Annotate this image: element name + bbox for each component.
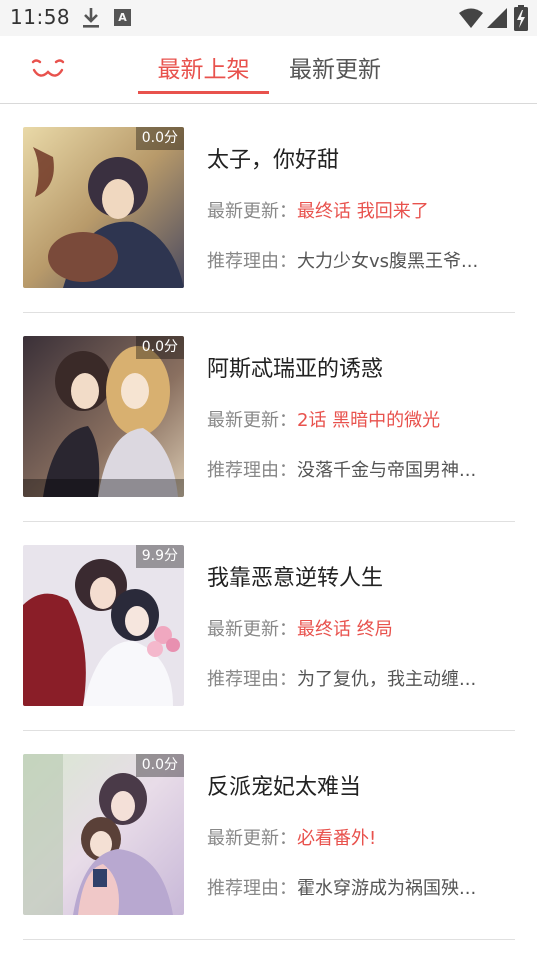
score-badge: 0.0分: [135, 336, 184, 359]
comic-title: 我靠恶意逆转人生: [207, 566, 384, 591]
update-value: 最终话 我回来了: [297, 201, 429, 222]
battery-icon: [514, 5, 528, 31]
update-value: 2话 黑暗中的微光: [297, 410, 441, 431]
signal-icon: [487, 8, 507, 28]
comic-list-item[interactable]: 0.0分 阿斯忒瑞亚的诱惑 最新更新：2话 黑暗中的微光 推荐理由：没落千金与帝…: [0, 313, 537, 522]
reason-row: 推荐理由：为了复仇，我主动缠...: [207, 665, 507, 691]
update-value: 最终话 终局: [297, 619, 393, 640]
reason-row: 推荐理由：霍水穿游成为祸国殃...: [207, 874, 507, 900]
a-notification-icon: A: [114, 9, 131, 26]
logo-icon[interactable]: [30, 56, 66, 84]
comic-list-item[interactable]: 0.0分 反派宠妃太难当 最新更新：必看番外! 推荐理由：霍水穿游成为祸国殃..…: [0, 731, 537, 940]
score-badge: 0.0分: [135, 127, 184, 150]
tab-newest-shelf[interactable]: 最新上架: [138, 54, 269, 94]
update-row: 最新更新：最终话 终局: [207, 615, 393, 641]
reason-value: 霍水穿游成为祸国殃...: [297, 878, 477, 899]
reason-value: 为了复仇，我主动缠...: [297, 669, 477, 690]
tab-newest-shelf-label: 最新上架: [157, 57, 250, 83]
reason-label: 推荐理由：: [207, 878, 297, 899]
update-label: 最新更新：: [207, 410, 297, 431]
reason-label: 推荐理由：: [207, 669, 297, 690]
comic-cover[interactable]: 0.0分: [23, 754, 184, 915]
reason-row: 推荐理由：没落千金与帝国男神...: [207, 456, 507, 482]
comic-title: 阿斯忒瑞亚的诱惑: [207, 357, 384, 382]
update-label: 最新更新：: [207, 619, 297, 640]
tab-active-underline: [138, 91, 269, 94]
update-label: 最新更新：: [207, 201, 297, 222]
reason-value: 大力少女vs腹黑王爷...: [297, 251, 479, 272]
update-label: 最新更新：: [207, 828, 297, 849]
comic-list-item[interactable]: 9.9分 我靠恶意逆转人生 最新更新：最终话 终局 推荐理由：为了复仇，我主动缠…: [0, 522, 537, 731]
update-value: 必看番外!: [297, 828, 377, 849]
update-row: 最新更新：最终话 我回来了: [207, 197, 429, 223]
reason-label: 推荐理由：: [207, 251, 297, 272]
comic-cover[interactable]: 9.9分: [23, 545, 184, 706]
update-row: 最新更新：必看番外!: [207, 824, 376, 850]
tab-newest-update[interactable]: 最新更新: [286, 54, 384, 94]
reason-row: 推荐理由：大力少女vs腹黑王爷...: [207, 247, 507, 273]
comic-cover[interactable]: 0.0分: [23, 336, 184, 497]
comic-title: 太子，你好甜: [207, 148, 340, 173]
comic-cover[interactable]: 0.0分: [23, 127, 184, 288]
tab-newest-update-label: 最新更新: [289, 57, 381, 83]
header: 最新上架 最新更新: [0, 36, 537, 104]
item-divider: [23, 939, 515, 940]
update-row: 最新更新：2话 黑暗中的微光: [207, 406, 440, 432]
score-badge: 9.9分: [135, 545, 184, 568]
wifi-icon: [459, 8, 483, 28]
download-icon: [83, 8, 99, 28]
score-badge: 0.0分: [135, 754, 184, 777]
comic-list-item[interactable]: 0.0分 太子，你好甜 最新更新：最终话 我回来了 推荐理由：大力少女vs腹黑王…: [0, 104, 537, 313]
reason-value: 没落千金与帝国男神...: [297, 460, 477, 481]
reason-label: 推荐理由：: [207, 460, 297, 481]
status-time: 11:58: [10, 5, 71, 29]
status-bar: 11:58 A: [0, 0, 537, 36]
comic-title: 反派宠妃太难当: [207, 775, 362, 800]
